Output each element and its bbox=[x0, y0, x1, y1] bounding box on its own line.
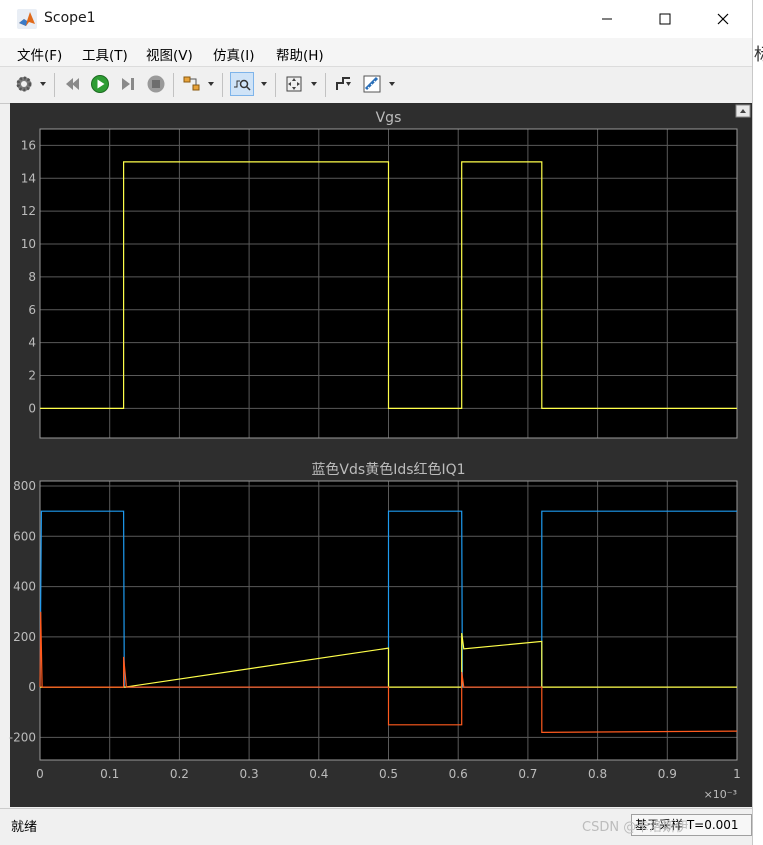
watermark: CSDN @卡洛斯伊 bbox=[582, 820, 689, 835]
scope-plots: 0246810121416Vgs-2000200400600800蓝色Vds黄色… bbox=[9, 110, 741, 801]
y-tick-label: 10 bbox=[21, 237, 36, 251]
y-tick-label: 400 bbox=[13, 580, 36, 594]
y-tick-label: 6 bbox=[28, 303, 36, 317]
y-tick-label: 0 bbox=[28, 680, 36, 694]
background-glyph: 标 bbox=[754, 45, 763, 65]
background-window-sliver: 标 bbox=[753, 0, 763, 845]
x-tick-label: 1 bbox=[733, 767, 741, 781]
y-tick-label: 0 bbox=[28, 401, 36, 415]
x-tick-label: 0.8 bbox=[588, 767, 607, 781]
x-axis-exponent: ×10⁻³ bbox=[704, 788, 737, 801]
y-tick-label: 2 bbox=[28, 369, 36, 383]
plot-title: 蓝色Vds黄色Ids红色IQ1 bbox=[311, 461, 465, 478]
x-tick-label: 0.3 bbox=[240, 767, 259, 781]
status-ready: 就绪 bbox=[11, 820, 38, 835]
y-tick-label: 4 bbox=[28, 336, 36, 350]
y-tick-label: 12 bbox=[21, 204, 36, 218]
y-tick-label: 600 bbox=[13, 529, 36, 543]
x-tick-label: 0.5 bbox=[379, 767, 398, 781]
x-tick-label: 0.7 bbox=[518, 767, 537, 781]
x-tick-label: 0.6 bbox=[449, 767, 468, 781]
y-tick-label: 8 bbox=[28, 270, 36, 284]
y-tick-label: -200 bbox=[9, 730, 36, 744]
y-tick-label: 200 bbox=[13, 630, 36, 644]
x-tick-label: 0.1 bbox=[100, 767, 119, 781]
y-tick-label: 16 bbox=[21, 138, 36, 152]
plot-title: Vgs bbox=[376, 110, 402, 126]
x-tick-label: 0.2 bbox=[170, 767, 189, 781]
y-tick-label: 14 bbox=[21, 171, 36, 185]
x-tick-label: 0.9 bbox=[658, 767, 677, 781]
y-tick-label: 800 bbox=[13, 479, 36, 493]
x-tick-label: 0 bbox=[36, 767, 44, 781]
scope-window: Scope1 文件(F) 工具(T) 视图(V) 仿真(I) 帮助(H) ↘ bbox=[0, 0, 753, 845]
x-tick-label: 0.4 bbox=[309, 767, 328, 781]
